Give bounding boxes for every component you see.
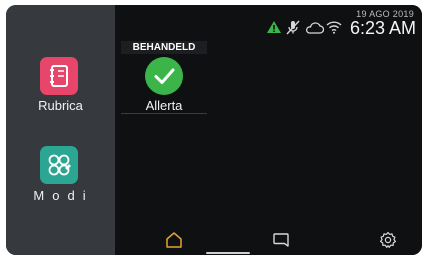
sidebar: Rubrica Modi [6, 5, 115, 255]
tile-label: Allerta [145, 98, 183, 113]
address-book-icon [40, 57, 78, 95]
mic-off-icon [285, 20, 301, 40]
home-indicator-bar [206, 252, 250, 254]
device-screen: Rubrica Modi 19 AGO 2019 6:23 AM BEHANDE… [6, 5, 422, 255]
bottom-navbar [115, 225, 422, 255]
warning-icon[interactable] [266, 20, 282, 39]
app-modi[interactable]: Modi [6, 135, 115, 205]
check-circle-icon [145, 57, 183, 95]
app-rubrica[interactable]: Rubrica [6, 5, 115, 125]
chat-icon[interactable] [270, 229, 292, 251]
status-bar: 19 AGO 2019 6:23 AM [115, 5, 422, 45]
settings-icon[interactable] [377, 229, 399, 251]
tile-heading: BEHANDELD [121, 41, 207, 54]
app-rubrica-label: Rubrica [38, 98, 83, 113]
main-area: 19 AGO 2019 6:23 AM BEHANDELD Allerta [115, 5, 422, 255]
tile-divider [121, 113, 207, 114]
app-modi-label: Modi [33, 188, 94, 203]
modes-grid-icon [40, 146, 78, 184]
status-time: 6:23 AM [349, 18, 416, 38]
wifi-icon [326, 20, 342, 39]
cloud-icon [304, 21, 325, 39]
home-icon[interactable] [163, 229, 185, 251]
